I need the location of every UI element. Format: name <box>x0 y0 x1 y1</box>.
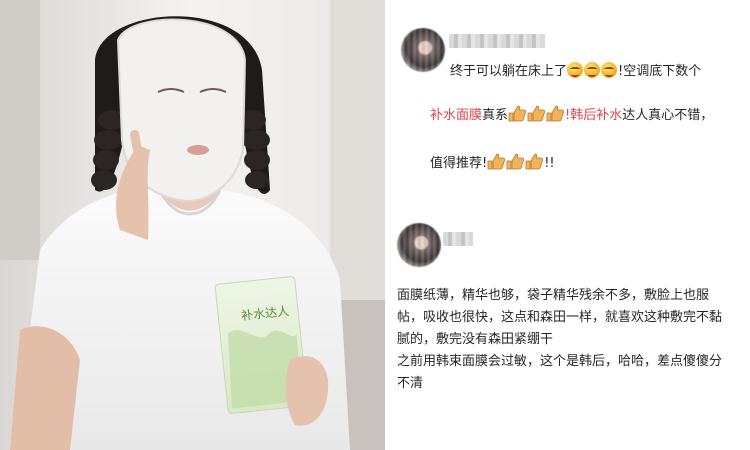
comment1-text-b: !空调底下数个 <box>618 64 702 79</box>
highlight-product-link[interactable]: 补水面膜 <box>430 108 482 123</box>
smiling-face-emoji-icon <box>601 62 618 78</box>
comment2-line1: 面膜纸薄，精华也够，袋子精华残余不多，敷脸上也服 <box>397 288 710 303</box>
blurred-avatar-icon[interactable] <box>401 28 445 72</box>
thumbs-up-emoji-icon <box>525 153 544 170</box>
comment1-text-a: 终于可以躺在床上了 <box>450 64 568 79</box>
comment1-line2: 补水面膜真系 !韩后补水达人真心不错， <box>430 105 713 125</box>
highlight-brand-link[interactable]: !韩后补水 <box>565 108 622 123</box>
comment1-text-d: 达人真心不错， <box>622 108 714 123</box>
blurred-username[interactable] <box>443 232 473 246</box>
smiling-face-emoji-icon <box>584 62 601 78</box>
comment1-text-f: !! <box>544 156 555 171</box>
comment1-line3: 值得推荐!!! <box>430 153 555 173</box>
thumbs-up-emoji-icon <box>487 153 506 170</box>
smiling-face-emoji-icon <box>567 62 584 78</box>
comment1-line1: 终于可以躺在床上了 !空调底下数个 <box>450 62 701 81</box>
photo-illustration: 补水达人 <box>0 0 385 450</box>
blurred-avatar-icon[interactable] <box>397 223 441 267</box>
comment1-text-c: 真系 <box>482 108 509 123</box>
comment1-text-e: 值得推荐! <box>430 156 488 171</box>
comment2-line5: 不清 <box>397 376 424 391</box>
thumbs-up-emoji-icon <box>546 105 565 122</box>
blurred-username[interactable] <box>449 34 545 48</box>
thumbs-up-emoji-icon <box>506 153 525 170</box>
comment2-line2: 帖，吸收也很快，这点和森田一样，就喜欢这种敷完不黏 <box>397 310 723 325</box>
photo-woman-face-mask: 补水达人 <box>0 0 385 450</box>
thumbs-up-emoji-icon <box>527 105 546 122</box>
thumbs-up-emoji-icon <box>508 105 527 122</box>
comment2-line3: 腻的，敷完没有森田紧绷干 <box>397 332 554 347</box>
comment2-line4: 之前用韩束面膜会过敏，这个是韩后，哈哈，差点傻傻分 <box>397 354 723 369</box>
comment2-body: 面膜纸薄，精华也够，袋子精华残余不多，敷脸上也服 帖，吸收也很快，这点和森田一样… <box>397 285 737 395</box>
